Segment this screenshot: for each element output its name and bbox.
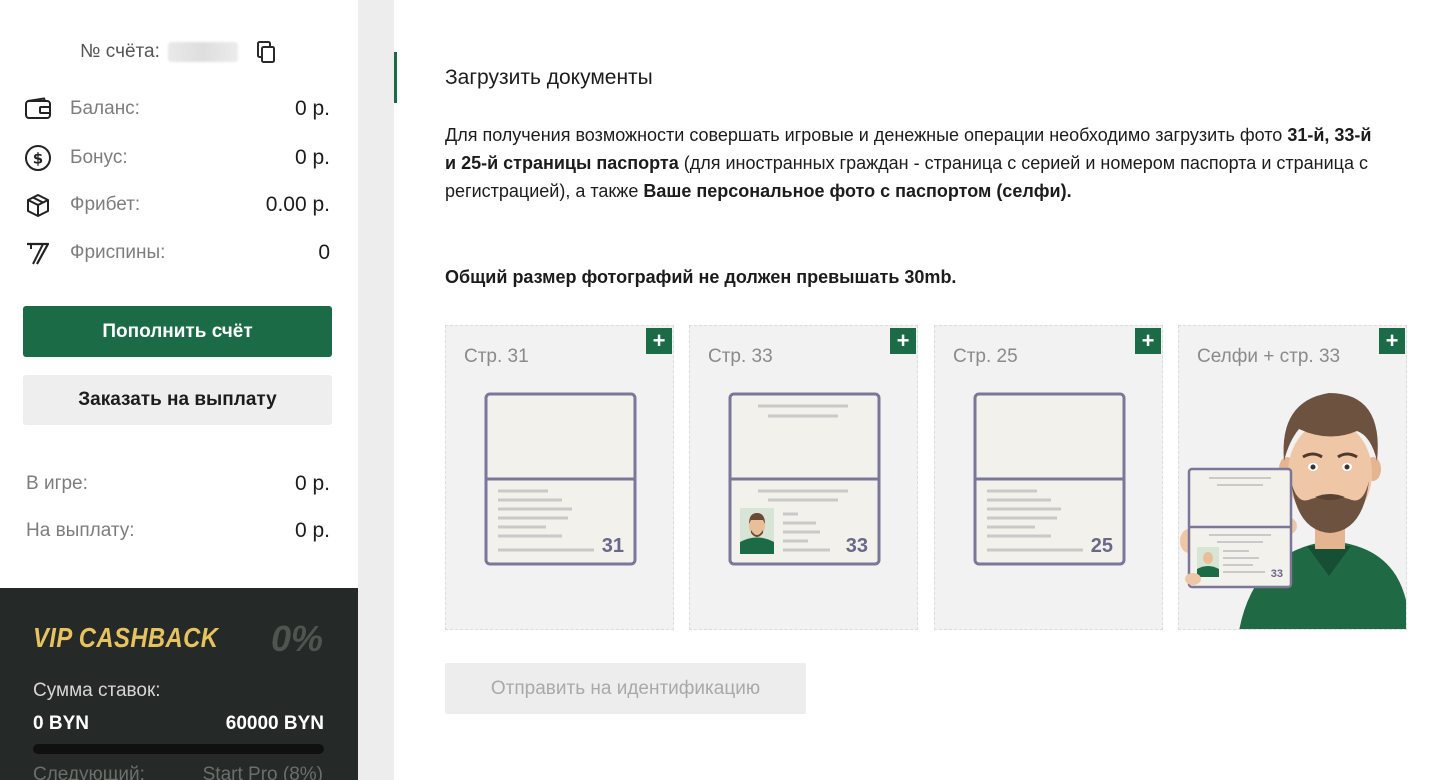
bonus-row: $ Бонус: 0 р. bbox=[24, 143, 330, 173]
page-number: 33 bbox=[1271, 568, 1283, 580]
active-section-indicator bbox=[394, 52, 397, 103]
freebet-row: Фрибет: 0.00 р. bbox=[24, 190, 330, 220]
add-photo-button[interactable]: + bbox=[890, 328, 916, 354]
upload-card-page-25[interactable]: Стр. 25 + 25 bbox=[934, 325, 1163, 630]
payout-value: 0 р. bbox=[294, 519, 330, 542]
in-game-row: В игре: 0 р. bbox=[26, 472, 330, 496]
portrait-icon bbox=[740, 508, 774, 554]
vip-sum-label: Сумма ставок: bbox=[33, 680, 161, 701]
slot-seven-icon bbox=[24, 239, 56, 267]
size-limit-note: Общий размер фотографий не должен превыш… bbox=[445, 267, 957, 287]
balance-value: 0 р. bbox=[294, 97, 330, 120]
sidebar: № счёта: Баланс: 0 р. $ Бонус: 0 р. Фриб… bbox=[0, 0, 358, 780]
balance-row: Баланс: 0 р. bbox=[24, 94, 330, 124]
vip-title: VIP CASHBACK bbox=[33, 622, 219, 653]
submit-identification-button[interactable]: Отправить на идентификацию bbox=[445, 663, 806, 714]
deposit-button[interactable]: Пополнить счёт bbox=[23, 306, 332, 357]
bonus-value: 0 р. bbox=[294, 146, 330, 169]
page-number: 33 bbox=[846, 535, 868, 557]
payout-label: На выплату: bbox=[26, 520, 135, 541]
vip-progress-bar bbox=[33, 744, 324, 754]
upload-description: Для получения возможности совершать игро… bbox=[445, 121, 1385, 205]
vip-cashback-panel: VIP CASHBACK 0% Сумма ставок: 0 BYN 6000… bbox=[0, 588, 358, 780]
add-photo-button[interactable]: + bbox=[1379, 328, 1405, 354]
in-game-value: 0 р. bbox=[294, 472, 330, 495]
copy-icon[interactable] bbox=[254, 40, 278, 64]
desc-text-1: Для получения возможности совершать игро… bbox=[445, 125, 1288, 145]
payout-row: На выплату: 0 р. bbox=[26, 519, 330, 543]
bonus-label: Бонус: bbox=[70, 147, 128, 168]
documents-panel: Загрузить документы Для получения возмож… bbox=[394, 0, 1430, 780]
freespins-label: Фриспины: bbox=[70, 242, 166, 263]
passport-page-icon: 31 bbox=[484, 392, 637, 566]
dollar-coin-icon: $ bbox=[24, 144, 56, 172]
card-caption: Стр. 25 bbox=[953, 346, 1018, 367]
vip-min-value: 0 BYN bbox=[33, 713, 89, 734]
balance-label: Баланс: bbox=[70, 98, 140, 119]
add-photo-button[interactable]: + bbox=[646, 328, 672, 354]
account-number-label: № счёта: bbox=[80, 41, 160, 62]
upload-card-page-33[interactable]: Стр. 33 + 33 bbox=[689, 325, 918, 630]
page-number: 25 bbox=[1091, 535, 1113, 557]
vip-next-label: Следующий: bbox=[33, 764, 145, 780]
passport-page-icon: 25 bbox=[973, 392, 1126, 566]
desc-bold-2: Ваше персональное фото с паспортом (селф… bbox=[643, 181, 1072, 201]
freebet-label: Фрибет: bbox=[70, 194, 141, 215]
vip-max-value: 60000 BYN bbox=[225, 713, 324, 734]
page-number: 31 bbox=[602, 535, 624, 557]
selfie-illustration: 33 bbox=[1180, 393, 1406, 629]
freespins-value: 0 bbox=[318, 241, 330, 264]
withdraw-button[interactable]: Заказать на выплату bbox=[23, 375, 332, 425]
vip-next-value: Start Pro (8%) bbox=[202, 764, 323, 780]
card-caption: Стр. 33 bbox=[708, 346, 773, 367]
vip-percent: 0% bbox=[270, 618, 323, 659]
upload-card-page-31[interactable]: Стр. 31 + 31 bbox=[445, 325, 674, 630]
gift-box-icon bbox=[24, 191, 56, 219]
card-caption: Селфи + стр. 33 bbox=[1197, 346, 1341, 367]
add-photo-button[interactable]: + bbox=[1135, 328, 1161, 354]
freespins-row: Фриспины: 0 bbox=[24, 238, 330, 268]
card-caption: Стр. 31 bbox=[464, 346, 529, 367]
upload-card-selfie[interactable]: Селфи + стр. 33 + 33 bbox=[1178, 325, 1407, 630]
svg-text:$: $ bbox=[33, 150, 43, 168]
passport-page-icon: 33 bbox=[728, 392, 881, 566]
wallet-icon bbox=[24, 95, 56, 123]
account-number-masked bbox=[167, 42, 238, 62]
freebet-value: 0.00 р. bbox=[265, 193, 330, 216]
account-number: № счёта: bbox=[0, 40, 358, 64]
in-game-label: В игре: bbox=[26, 473, 88, 494]
page-title: Загрузить документы bbox=[445, 66, 653, 89]
